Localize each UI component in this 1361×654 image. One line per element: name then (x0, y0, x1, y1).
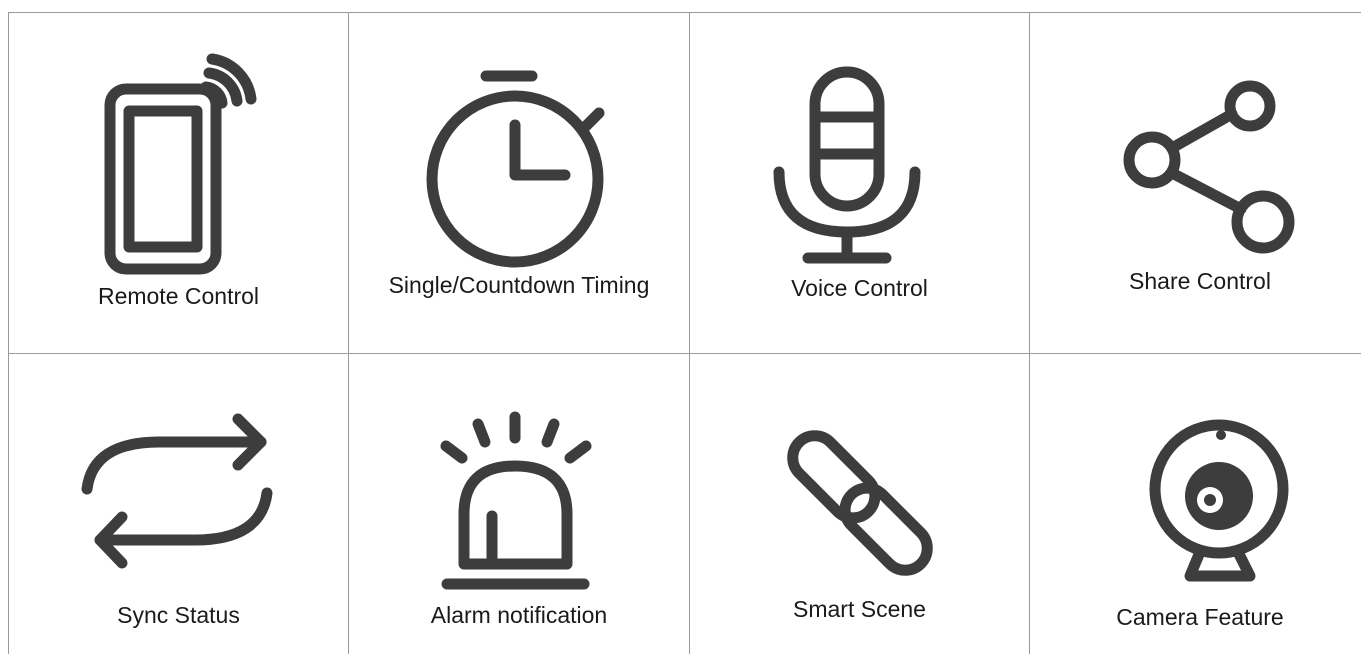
feature-label-share-control: Share Control (1129, 268, 1271, 294)
share-icon (1123, 80, 1295, 254)
feature-label-smart-scene: Smart Scene (793, 596, 926, 622)
microphone-icon (773, 66, 921, 264)
feature-label-remote-control: Remote Control (97, 283, 260, 309)
webcam-icon (1149, 419, 1289, 582)
feature-label-alarm-notification: Alarm notification (430, 602, 608, 628)
feature-label-voice-control: Voice Control (791, 275, 928, 301)
feature-label-countdown-timing: Single/Countdown Timing (388, 272, 650, 298)
feature-cell-smart-scene: Smart Scene (690, 354, 1030, 654)
feature-cell-countdown-timing: Single/Countdown Timing (349, 13, 690, 354)
phone-signal-icon (104, 53, 257, 275)
feature-grid: Remote Control Single/Countdown Timing V… (8, 12, 1361, 654)
feature-cell-camera-feature: Camera Feature (1030, 354, 1361, 654)
feature-cell-alarm-notification: Alarm notification (349, 354, 690, 654)
feature-label-sync-status: Sync Status (117, 602, 240, 628)
siren-icon (440, 411, 592, 590)
link-icon (787, 430, 933, 576)
feature-cell-sync-status: Sync Status (9, 354, 349, 654)
stopwatch-icon (426, 70, 605, 268)
feature-label-camera-feature: Camera Feature (1116, 604, 1284, 630)
feature-cell-voice-control: Voice Control (690, 13, 1030, 354)
feature-cell-remote-control: Remote Control (9, 13, 349, 354)
sync-arrows-icon (81, 413, 273, 569)
feature-cell-share-control: Share Control (1030, 13, 1361, 354)
